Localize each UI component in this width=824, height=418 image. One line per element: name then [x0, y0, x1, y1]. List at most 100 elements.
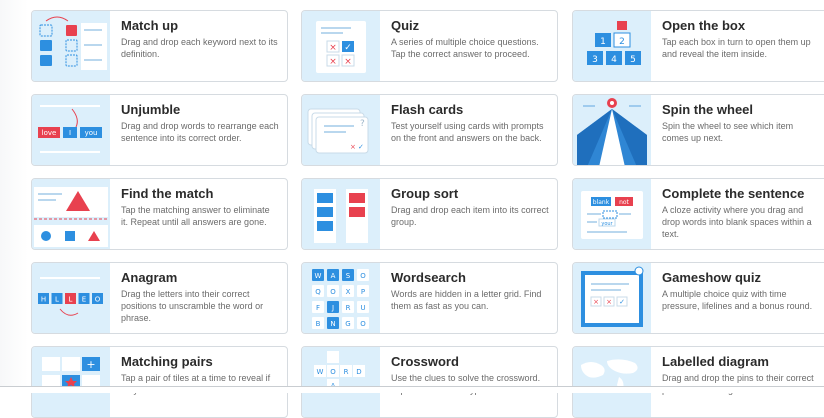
- template-title: Anagram: [121, 270, 178, 285]
- quiz-illustration: × ✓ × ×: [302, 11, 380, 81]
- template-title: Complete the sentence: [662, 186, 805, 201]
- svg-text:your: your: [601, 221, 613, 227]
- template-card-unjumble[interactable]: love I you Unjumble Drag and drop words t…: [31, 94, 288, 166]
- svg-text:+: +: [86, 358, 95, 371]
- svg-text:L: L: [55, 296, 59, 304]
- svg-text:B: B: [316, 320, 321, 328]
- wordsearch-illustration: W A S O Q O X P F J R U B N G O: [302, 263, 380, 333]
- svg-text:L: L: [69, 296, 73, 304]
- svg-text:Q: Q: [315, 288, 321, 296]
- open-the-box-illustration: 1 2 3 4 5: [573, 11, 651, 81]
- template-title: Unjumble: [121, 102, 181, 117]
- svg-text:blank: blank: [593, 199, 610, 206]
- svg-text:E: E: [82, 296, 86, 304]
- template-card-flash-cards[interactable]: ? × ✓ Flash cards Test yourself using cards…: [301, 94, 558, 166]
- svg-text:P: P: [361, 288, 365, 296]
- template-description: Words are hidden in a letter grid. Find …: [391, 289, 542, 311]
- template-text: Gameshow quiz A multiple choice quiz with…: [662, 270, 820, 312]
- template-text: Wordsearch Words are hidden in a letter g…: [391, 270, 549, 312]
- svg-text:✓: ✓: [344, 43, 352, 53]
- svg-text:R: R: [344, 368, 349, 376]
- template-title: Find the match: [121, 186, 214, 201]
- template-card-wordsearch[interactable]: W A S O Q O X P F J R U B N G O Wordsearch Words are hidd…: [301, 262, 558, 334]
- find-the-match-illustration: [32, 179, 110, 249]
- svg-text:G: G: [345, 320, 350, 328]
- svg-text:H: H: [41, 296, 46, 304]
- template-card-group-sort[interactable]: Group sort Drag and drop each item into i…: [301, 178, 558, 250]
- template-text: Quiz A series of multiple choice question…: [391, 18, 549, 60]
- svg-text:×: ×: [593, 298, 599, 306]
- template-text: Group sort Drag and drop each item into i…: [391, 186, 549, 228]
- template-card-crossword[interactable]: WORDACrosswordUse the clues to solve the…: [301, 346, 558, 418]
- template-card-quiz[interactable]: × ✓ × × Quiz A series of multiple choice q…: [301, 10, 558, 82]
- svg-text:×: ×: [329, 43, 337, 53]
- template-description: Test yourself using cards with prompts o…: [391, 121, 544, 143]
- template-title: Crossword: [391, 354, 459, 369]
- complete-the-sentence-illustration: blank not your: [573, 179, 651, 249]
- template-title: Flash cards: [391, 102, 464, 117]
- svg-text:O: O: [95, 296, 101, 304]
- matching-pairs-illustration: +: [32, 347, 110, 417]
- template-text: Match up Drag and drop each keyword next …: [121, 18, 279, 60]
- template-card-complete-the-sentence[interactable]: blank not your Complete the sentence A cl…: [572, 178, 824, 250]
- template-description: Tap the matching answer to eliminate it.…: [121, 205, 270, 227]
- svg-text:not: not: [619, 199, 629, 206]
- template-description: Spin the wheel to see which item comes u…: [662, 121, 794, 143]
- flash-cards-illustration: ? × ✓: [302, 95, 380, 165]
- template-card-spin-the-wheel[interactable]: Spin the wheel Spin the wheel to see whic…: [572, 94, 824, 166]
- svg-text:O: O: [360, 272, 366, 280]
- template-title: Spin the wheel: [662, 102, 754, 117]
- template-description: Drag the letters into their correct posi…: [121, 289, 264, 323]
- svg-text:3: 3: [592, 55, 598, 65]
- svg-text:W: W: [315, 272, 322, 280]
- svg-text:4: 4: [611, 55, 617, 65]
- template-card-gameshow-quiz[interactable]: × × ✓ Gameshow quiz A multiple choice qui…: [572, 262, 824, 334]
- svg-text:×: ×: [344, 57, 352, 67]
- template-title: Match up: [121, 18, 179, 33]
- svg-text:love: love: [42, 129, 57, 137]
- svg-text:I: I: [69, 129, 71, 137]
- svg-text:X: X: [346, 288, 351, 296]
- template-description: A multiple choice quiz with time pressur…: [662, 289, 813, 311]
- spin-the-wheel-illustration: [573, 95, 651, 165]
- template-card-anagram[interactable]: H L L E O Anagram Drag the letters into their …: [31, 262, 288, 334]
- template-description: A cloze activity where you drag and drop…: [662, 205, 812, 239]
- template-title: Wordsearch: [391, 270, 466, 285]
- svg-text:W: W: [317, 368, 324, 376]
- template-title: Group sort: [391, 186, 459, 201]
- template-card-match-up[interactable]: Match up Drag and drop each keyword next …: [31, 10, 288, 82]
- template-description: Drag and drop each keyword next to its d…: [121, 37, 278, 59]
- svg-text:×: ×: [606, 298, 612, 306]
- template-card-find-the-match[interactable]: Find the match Tap the matching answer to…: [31, 178, 288, 250]
- activity-template-grid: Match up Drag and drop each keyword next …: [0, 0, 824, 418]
- template-title: Labelled diagram: [662, 354, 769, 369]
- svg-text:S: S: [346, 272, 351, 280]
- template-title: Quiz: [391, 18, 420, 33]
- svg-text:J: J: [331, 304, 334, 312]
- template-card-matching-pairs[interactable]: + Matching pairs Tap a pair of tiles at a…: [31, 346, 288, 418]
- template-title: Gameshow quiz: [662, 270, 761, 285]
- template-card-open-the-box[interactable]: 1 2 3 4 5 Open the box Tap each box in tur…: [572, 10, 824, 82]
- template-text: Find the match Tap the matching answer to…: [121, 186, 279, 228]
- template-description: A series of multiple choice questions. T…: [391, 37, 539, 59]
- template-text: Complete the sentence A cloze activity wh…: [662, 186, 820, 240]
- match-up-illustration: [32, 11, 110, 81]
- svg-text:U: U: [360, 304, 365, 312]
- svg-text:O: O: [360, 320, 366, 328]
- svg-text:2: 2: [619, 37, 625, 47]
- template-description: Drag and drop each item into its correct…: [391, 205, 549, 227]
- template-text: Unjumble Drag and drop words to rearrange…: [121, 102, 279, 144]
- template-card-labelled-diagram[interactable]: Labelled diagram Drag and drop the pins t…: [572, 346, 824, 418]
- svg-text:A: A: [331, 272, 336, 280]
- template-description: Drag and drop words to rearrange each se…: [121, 121, 279, 143]
- svg-text:×: ×: [329, 57, 337, 67]
- svg-text:O: O: [330, 368, 336, 376]
- svg-text:N: N: [330, 320, 335, 328]
- template-description: Tap each box in turn to open them up and…: [662, 37, 811, 59]
- group-sort-illustration: [302, 179, 380, 249]
- svg-text:✓: ✓: [619, 298, 625, 306]
- box-number: 1: [600, 37, 606, 47]
- svg-text:F: F: [316, 304, 320, 312]
- svg-text:R: R: [346, 304, 351, 312]
- svg-text:×: ×: [350, 143, 356, 151]
